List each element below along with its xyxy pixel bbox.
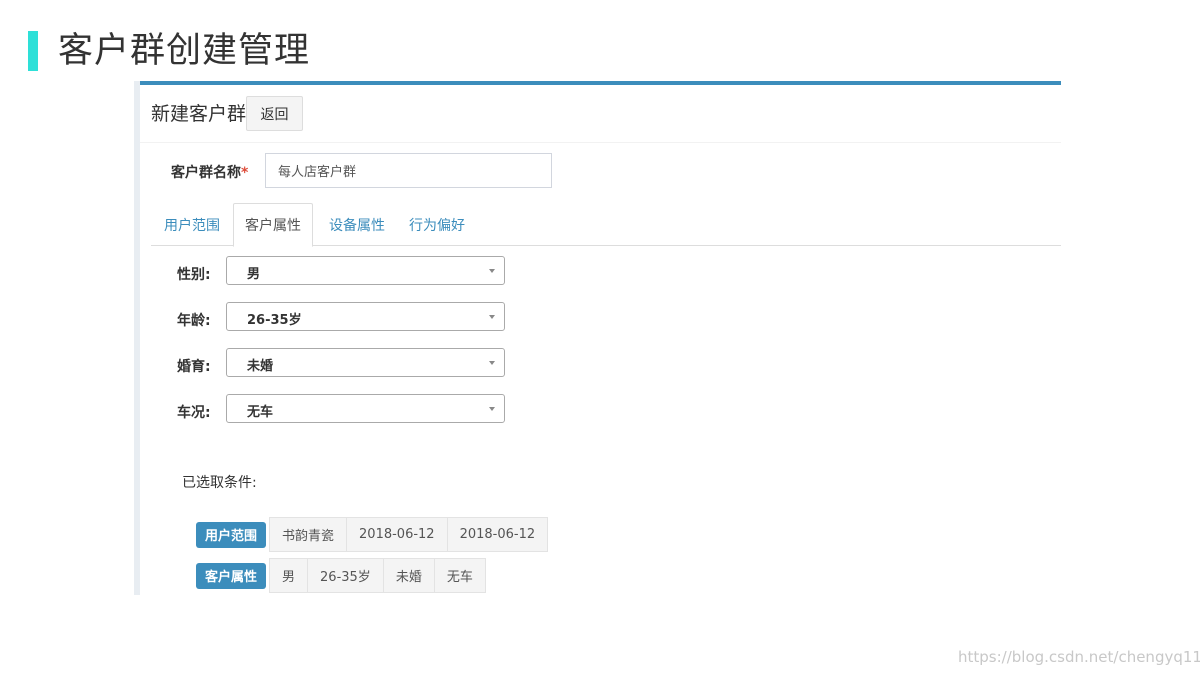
gender-select[interactable]: 男	[226, 256, 505, 285]
back-button[interactable]: 返回	[246, 96, 303, 131]
tab-device-attributes[interactable]: 设备属性	[317, 203, 397, 246]
car-label: 车况:	[177, 405, 211, 421]
group-name-label-text: 客户群名称	[171, 165, 241, 181]
condition-group-customer-attributes: 客户属性 男 26-35岁 未婚 无车	[196, 558, 486, 593]
form-title: 新建客户群	[151, 103, 247, 125]
selected-conditions-title: 已选取条件:	[182, 475, 257, 491]
marital-select[interactable]: 未婚	[226, 348, 505, 377]
condition-tags: 男 26-35岁 未婚 无车	[269, 558, 486, 593]
slide-accent-bar	[28, 31, 38, 71]
group-name-input[interactable]: 每人店客户群	[265, 153, 552, 188]
condition-tag[interactable]: 26-35岁	[307, 558, 384, 593]
chevron-down-icon	[489, 315, 495, 319]
slide-title: 客户群创建管理	[58, 31, 311, 71]
condition-tag[interactable]: 无车	[433, 558, 486, 593]
condition-category-badge: 用户范围	[196, 521, 267, 548]
age-label: 年龄:	[177, 313, 211, 329]
condition-tag[interactable]: 男	[269, 558, 309, 593]
marital-label: 婚育:	[177, 359, 211, 375]
chevron-down-icon	[489, 269, 495, 273]
panel-top-border	[140, 81, 1061, 85]
gender-select-value: 男	[247, 267, 261, 282]
condition-tag[interactable]: 书韵青瓷	[269, 517, 348, 552]
car-select-value: 无车	[247, 405, 274, 420]
tab-customer-attributes[interactable]: 客户属性	[233, 203, 313, 247]
condition-tag[interactable]: 2018-06-12	[446, 517, 549, 552]
customer-group-form-panel: 新建客户群 返回 客户群名称* 每人店客户群 用户范围 客户属性 设备属性 行为…	[134, 81, 1061, 595]
tab-user-scope[interactable]: 用户范围	[151, 203, 233, 246]
group-name-label: 客户群名称*	[171, 162, 248, 182]
car-select[interactable]: 无车	[226, 394, 505, 423]
age-select[interactable]: 26-35岁	[226, 302, 505, 331]
age-select-value: 26-35岁	[247, 313, 302, 328]
condition-group-user-scope: 用户范围 书韵青瓷 2018-06-12 2018-06-12	[196, 517, 549, 552]
condition-category-badge: 客户属性	[196, 562, 267, 589]
source-watermark: https://blog.csdn.net/chengyq116	[958, 648, 1200, 666]
condition-tag[interactable]: 2018-06-12	[346, 517, 448, 552]
condition-tag[interactable]: 未婚	[382, 558, 435, 593]
chevron-down-icon	[489, 407, 495, 411]
gender-label: 性别:	[177, 267, 211, 283]
header-divider	[140, 142, 1061, 143]
tab-behavior-preferences[interactable]: 行为偏好	[397, 203, 477, 246]
attribute-tabs: 用户范围 客户属性 设备属性 行为偏好	[151, 203, 1061, 247]
chevron-down-icon	[489, 361, 495, 365]
panel-left-edge	[134, 81, 140, 595]
required-mark: *	[241, 165, 249, 181]
condition-tags: 书韵青瓷 2018-06-12 2018-06-12	[269, 517, 549, 552]
marital-select-value: 未婚	[247, 359, 274, 374]
